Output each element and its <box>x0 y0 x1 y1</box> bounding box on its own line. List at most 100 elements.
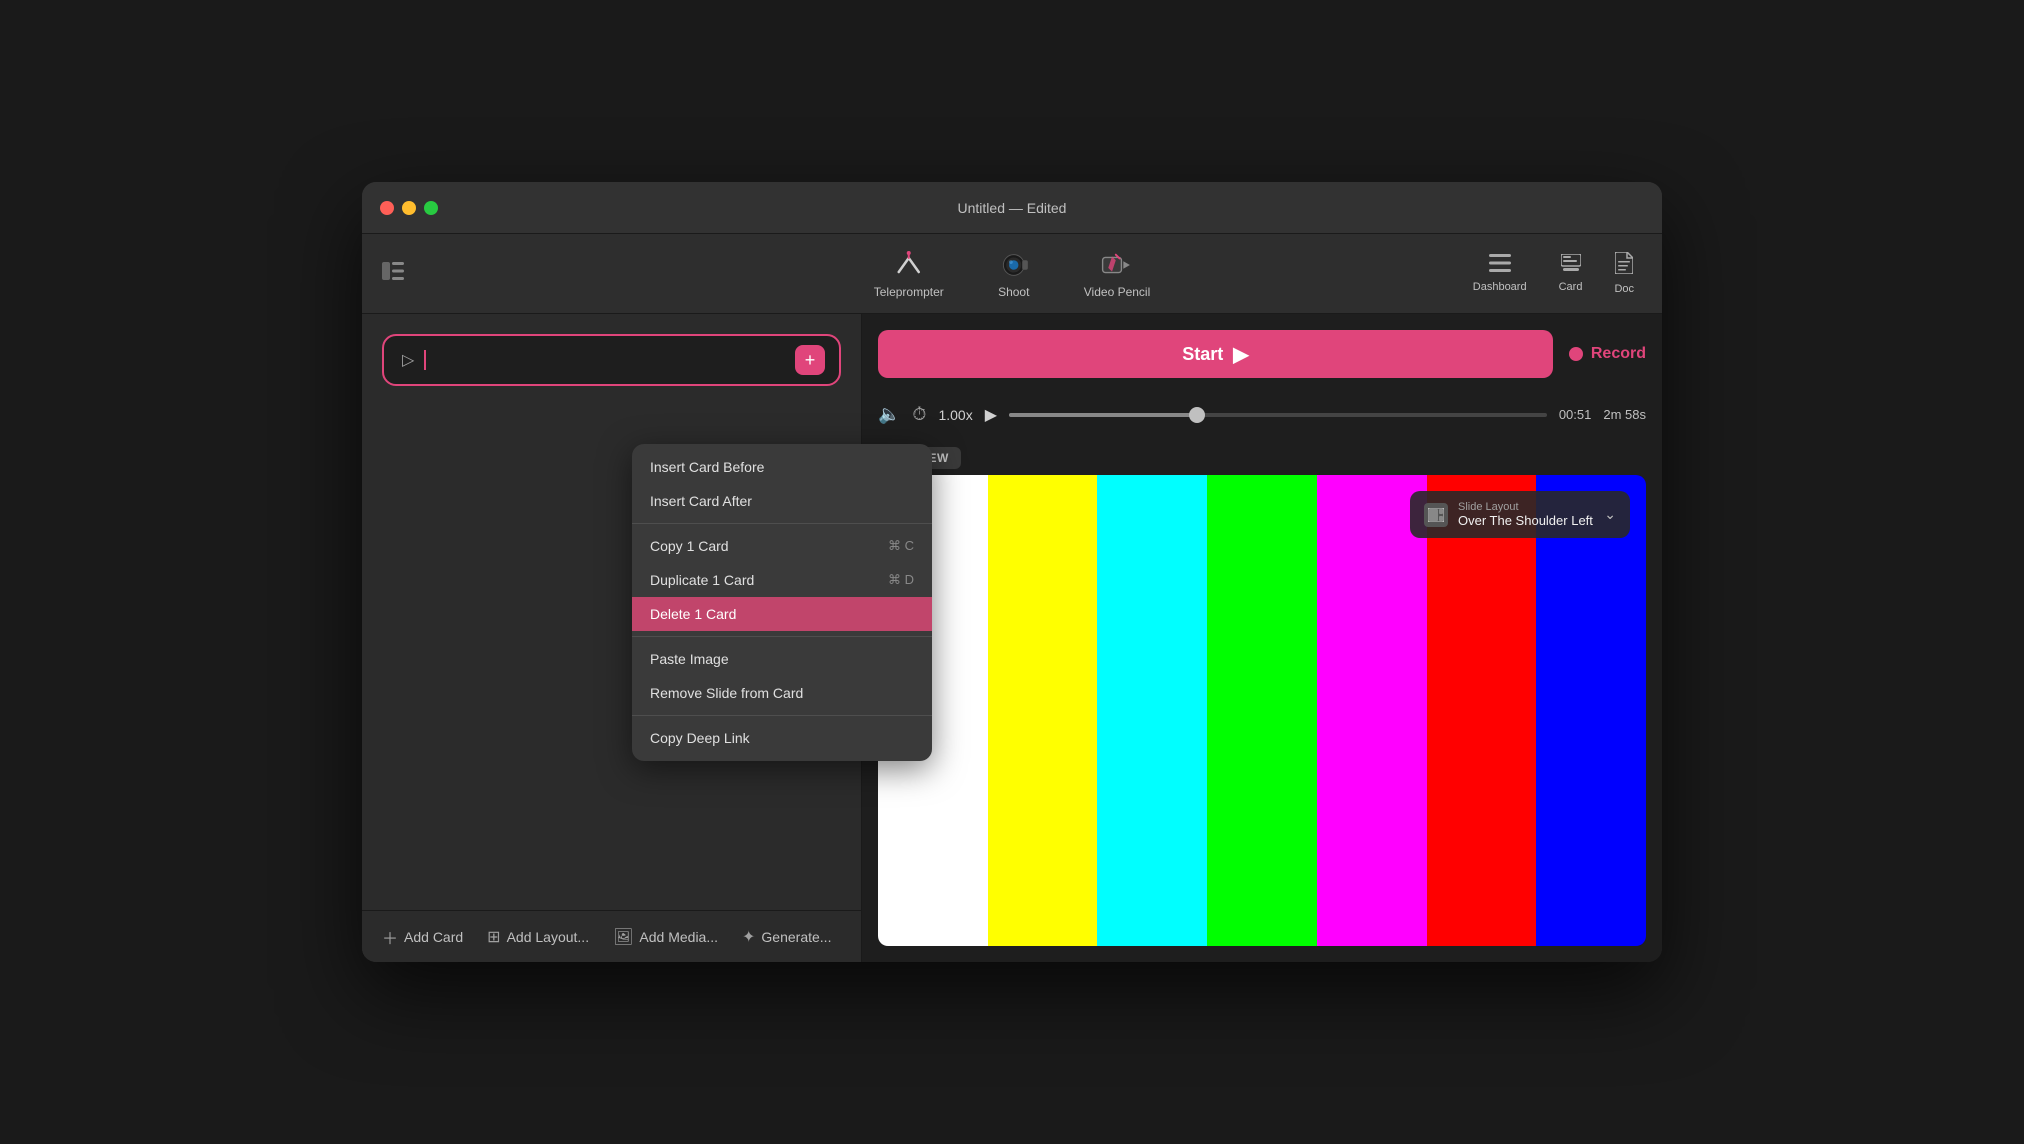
add-card-icon: ＋ <box>382 925 398 949</box>
slide-layout-overlay: Slide Layout Over The Shoulder Left ⌄ <box>1410 491 1630 538</box>
main-content: ▷ + Insert Card Before Insert Card After… <box>362 314 1662 962</box>
progress-fill <box>1009 413 1197 417</box>
ctx-copy-shortcut: ⌘ C <box>888 538 914 554</box>
ctx-copy-deep-link[interactable]: Copy Deep Link <box>632 721 932 755</box>
preview-area: Slide Layout Over The Shoulder Left ⌄ <box>878 475 1646 946</box>
preview-label-row: PREVIEW <box>878 449 1646 467</box>
generate-label: Generate... <box>761 929 831 945</box>
record-dot-icon <box>1569 347 1583 361</box>
color-bar-cyan <box>1097 475 1207 946</box>
add-layout-label: Add Layout... <box>507 929 590 945</box>
teleprompter-icon <box>893 249 925 281</box>
close-button[interactable] <box>380 201 394 215</box>
ctx-separator-1 <box>632 523 932 524</box>
ctx-copy-card[interactable]: Copy 1 Card ⌘ C <box>632 529 932 563</box>
slide-layout-top-label: Slide Layout <box>1458 501 1594 513</box>
dashboard-label: Dashboard <box>1473 281 1527 293</box>
color-bar-red <box>1427 475 1537 946</box>
doc-icon <box>1615 252 1633 279</box>
record-label: Record <box>1591 345 1646 363</box>
toolbar-center: Teleprompter Shoot <box>862 243 1163 305</box>
card-label: Card <box>1559 281 1583 293</box>
video-pencil-button[interactable]: Video Pencil <box>1072 243 1163 305</box>
add-card-button[interactable]: ＋ Add Card <box>382 925 463 949</box>
color-bar-magenta <box>1317 475 1427 946</box>
text-cursor <box>424 350 426 370</box>
add-button-label: + <box>805 350 816 371</box>
card-add-button[interactable]: + <box>795 345 825 375</box>
ctx-duplicate-shortcut: ⌘ D <box>888 572 914 588</box>
record-button[interactable]: Record <box>1569 345 1646 363</box>
bottom-toolbar: ＋ Add Card ⊞ Add Layout... 🖼 Add Media..… <box>362 910 861 962</box>
doc-label: Doc <box>1614 283 1634 295</box>
ctx-paste-image-label: Paste Image <box>650 651 729 667</box>
ctx-separator-3 <box>632 715 932 716</box>
ctx-copy-card-label: Copy 1 Card <box>650 538 729 554</box>
ctx-remove-slide[interactable]: Remove Slide from Card <box>632 676 932 710</box>
start-play-icon: ▶ <box>1233 342 1248 367</box>
color-bars <box>878 475 1646 946</box>
speed-display[interactable]: 1.00x <box>938 407 972 423</box>
toolbar: Teleprompter Shoot <box>362 234 1662 314</box>
slide-layout-icon <box>1424 503 1448 527</box>
shoot-label: Shoot <box>998 285 1029 299</box>
maximize-button[interactable] <box>424 201 438 215</box>
video-pencil-label: Video Pencil <box>1084 285 1151 299</box>
titlebar: Untitled — Edited <box>362 182 1662 234</box>
start-label: Start <box>1182 344 1223 365</box>
generate-button[interactable]: ✦ Generate... <box>742 927 831 947</box>
sidebar-toggle-button[interactable] <box>382 262 404 286</box>
ctx-insert-after-label: Insert Card After <box>650 493 752 509</box>
card-item[interactable]: ▷ + <box>382 334 841 386</box>
teleprompter-button[interactable]: Teleprompter <box>862 243 956 305</box>
ctx-insert-before[interactable]: Insert Card Before <box>632 450 932 484</box>
right-panel: Start ▶ Record 🔈 ⏱ 1.00x ▶ 00:51 <box>862 314 1662 962</box>
ctx-remove-slide-label: Remove Slide from Card <box>650 685 803 701</box>
add-card-label: Add Card <box>404 929 463 945</box>
app-window: Untitled — Edited Telep <box>362 182 1662 962</box>
card-play-icon: ▷ <box>402 350 414 370</box>
timer-icon[interactable]: ⏱ <box>912 404 926 425</box>
ctx-separator-2 <box>632 636 932 637</box>
shoot-icon <box>998 249 1030 281</box>
ctx-insert-before-label: Insert Card Before <box>650 459 764 475</box>
dashboard-button[interactable]: Dashboard <box>1465 250 1535 297</box>
card-icon <box>1561 254 1581 277</box>
card-toolbar-button[interactable]: Card <box>1551 250 1591 297</box>
dashboard-icon <box>1489 254 1511 277</box>
progress-thumb[interactable] <box>1189 407 1205 423</box>
progress-slider[interactable] <box>1009 413 1547 417</box>
volume-icon[interactable]: 🔈 <box>878 404 900 425</box>
minimize-button[interactable] <box>402 201 416 215</box>
ctx-copy-deep-link-label: Copy Deep Link <box>650 730 750 746</box>
ctx-duplicate-card[interactable]: Duplicate 1 Card ⌘ D <box>632 563 932 597</box>
play-pause-button[interactable]: ▶ <box>985 405 997 425</box>
color-bar-blue <box>1536 475 1646 946</box>
start-button[interactable]: Start ▶ <box>878 330 1553 378</box>
ctx-delete-card[interactable]: Delete 1 Card <box>632 597 932 631</box>
add-media-icon: 🖼 <box>613 927 633 947</box>
video-pencil-icon <box>1101 249 1133 281</box>
window-title: Untitled — Edited <box>958 200 1067 216</box>
teleprompter-label: Teleprompter <box>874 285 944 299</box>
left-panel: ▷ + Insert Card Before Insert Card After… <box>362 314 862 962</box>
slide-layout-bottom-label: Over The Shoulder Left <box>1458 513 1594 528</box>
time-elapsed: 00:51 <box>1559 407 1592 422</box>
time-remaining: 2m 58s <box>1603 407 1646 422</box>
playback-controls: 🔈 ⏱ 1.00x ▶ 00:51 2m 58s <box>878 394 1646 435</box>
color-bar-yellow <box>988 475 1098 946</box>
ctx-paste-image[interactable]: Paste Image <box>632 642 932 676</box>
toolbar-right: Dashboard Card <box>1465 248 1642 299</box>
add-layout-button[interactable]: ⊞ Add Layout... <box>487 927 589 947</box>
generate-icon: ✦ <box>742 927 755 947</box>
add-layout-icon: ⊞ <box>487 927 500 947</box>
color-bar-green <box>1207 475 1317 946</box>
ctx-delete-card-label: Delete 1 Card <box>650 606 736 622</box>
add-media-label: Add Media... <box>639 929 718 945</box>
doc-button[interactable]: Doc <box>1606 248 1642 299</box>
ctx-insert-after[interactable]: Insert Card After <box>632 484 932 518</box>
context-menu: Insert Card Before Insert Card After Cop… <box>632 444 932 761</box>
add-media-button[interactable]: 🖼 Add Media... <box>613 927 718 947</box>
slide-layout-chevron-icon[interactable]: ⌄ <box>1604 506 1616 523</box>
shoot-button[interactable]: Shoot <box>986 243 1042 305</box>
